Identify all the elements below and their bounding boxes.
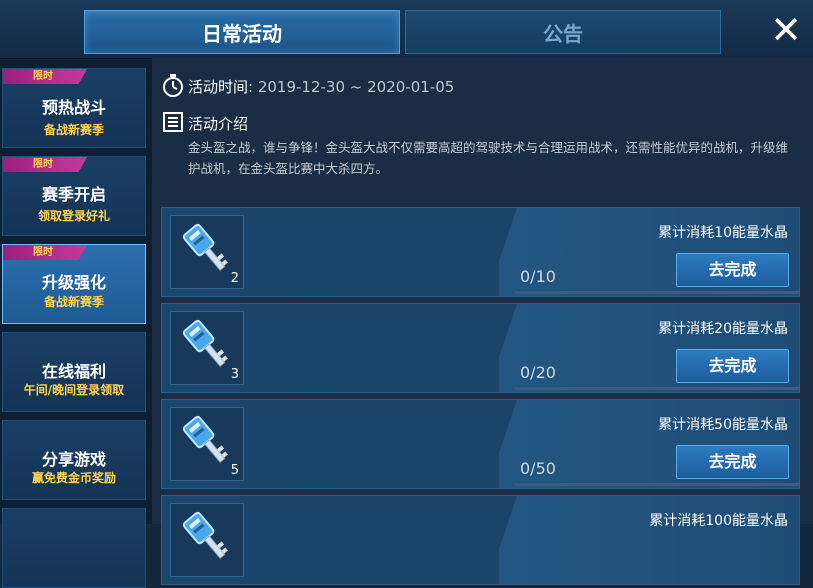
task-row: 3 累计消耗20能量水晶 0/20 去完成 — [161, 303, 800, 393]
sidebar-item-title: 分享游戏 — [41, 450, 106, 469]
activity-time-value: 2019-12-30 ~ 2020-01-05 — [257, 78, 455, 96]
task-title: 累计消耗20能量水晶 — [658, 321, 788, 337]
sidebar-item-subtitle: 赢免费金币奖励 — [31, 471, 116, 485]
task-progress-text: 0/50 — [520, 459, 556, 478]
reward-slot[interactable]: 5 — [170, 407, 244, 481]
list-icon — [163, 112, 183, 132]
sidebar-item-title: 预热战斗 — [41, 98, 106, 117]
reward-count: 2 — [230, 271, 239, 286]
reward-slot[interactable]: 2 — [170, 215, 244, 289]
task-title: 累计消耗50能量水晶 — [658, 417, 788, 433]
reward-count: 3 — [230, 367, 239, 382]
task-progress-bar — [515, 483, 800, 486]
activity-time-label: 活动时间: — [188, 78, 254, 96]
sidebar-item-subtitle: 领取登录好礼 — [37, 209, 110, 223]
go-complete-button[interactable]: 去完成 — [676, 349, 789, 383]
task-progress-text: 0/20 — [520, 363, 556, 382]
stopwatch-icon — [162, 74, 184, 98]
activity-time: 活动时间: 2019-12-30 ~ 2020-01-05 — [188, 76, 454, 97]
activity-intro-label: 活动介绍 — [188, 115, 249, 133]
task-row: 2 累计消耗10能量水晶 0/10 去完成 — [161, 207, 800, 297]
top-bar: 日常活动 公告 ✕ — [0, 0, 813, 59]
go-complete-button[interactable]: 去完成 — [676, 253, 789, 287]
task-progress-bar — [515, 387, 800, 390]
go-complete-button[interactable]: 去完成 — [676, 445, 789, 479]
sidebar-item-subtitle: 备战新赛季 — [43, 123, 104, 137]
key-icon — [177, 316, 237, 380]
tab-announcement[interactable]: 公告 — [405, 10, 721, 54]
sidebar-item-share-game[interactable]: 分享游戏 赢免费金币奖励 — [2, 420, 146, 500]
sidebar-item-season-start[interactable]: 限时 赛季开启 领取登录好礼 — [2, 156, 146, 236]
sidebar-item-more[interactable] — [2, 508, 146, 588]
task-row: 5 累计消耗50能量水晶 0/50 去完成 — [161, 399, 800, 489]
sidebar-item-title: 在线福利 — [41, 362, 106, 381]
sidebar-item-warmup-battle[interactable]: 限时 预热战斗 备战新赛季 — [2, 68, 146, 148]
sidebar-item-subtitle: 午间/晚间登录领取 — [23, 383, 125, 397]
close-icon[interactable]: ✕ — [768, 11, 804, 49]
tab-daily-activity[interactable]: 日常活动 — [84, 10, 400, 54]
task-progress-bar — [515, 291, 800, 294]
sidebar-item-title: 赛季开启 — [41, 185, 106, 204]
reward-slot[interactable] — [170, 503, 244, 577]
reward-slot[interactable]: 3 — [170, 311, 244, 385]
key-icon — [177, 412, 237, 476]
sidebar: 限时 预热战斗 备战新赛季 限时 赛季开启 领取登录好礼 限时 升级强化 备战新… — [0, 60, 152, 588]
sidebar-item-title: 升级强化 — [41, 273, 106, 292]
sidebar-item-subtitle: 备战新赛季 — [43, 295, 104, 309]
limited-tag: 限时 — [3, 157, 87, 172]
task-row: 累计消耗100能量水晶 — [161, 495, 800, 585]
key-icon — [177, 508, 237, 572]
key-icon — [177, 220, 237, 284]
task-title: 累计消耗10能量水晶 — [658, 225, 788, 241]
task-progress-text: 0/10 — [520, 267, 556, 286]
task-title: 累计消耗100能量水晶 — [649, 513, 788, 529]
activity-description: 金头盔之战，谁与争锋！金头盔大战不仅需要高超的驾驶技术与合理运用战术，还需性能优… — [188, 140, 789, 176]
sidebar-item-online-bonus[interactable]: 在线福利 午间/晚间登录领取 — [2, 332, 146, 412]
reward-count: 5 — [230, 463, 239, 478]
limited-tag: 限时 — [3, 245, 87, 260]
sidebar-item-upgrade[interactable]: 限时 升级强化 备战新赛季 — [2, 244, 146, 324]
limited-tag: 限时 — [3, 69, 87, 84]
